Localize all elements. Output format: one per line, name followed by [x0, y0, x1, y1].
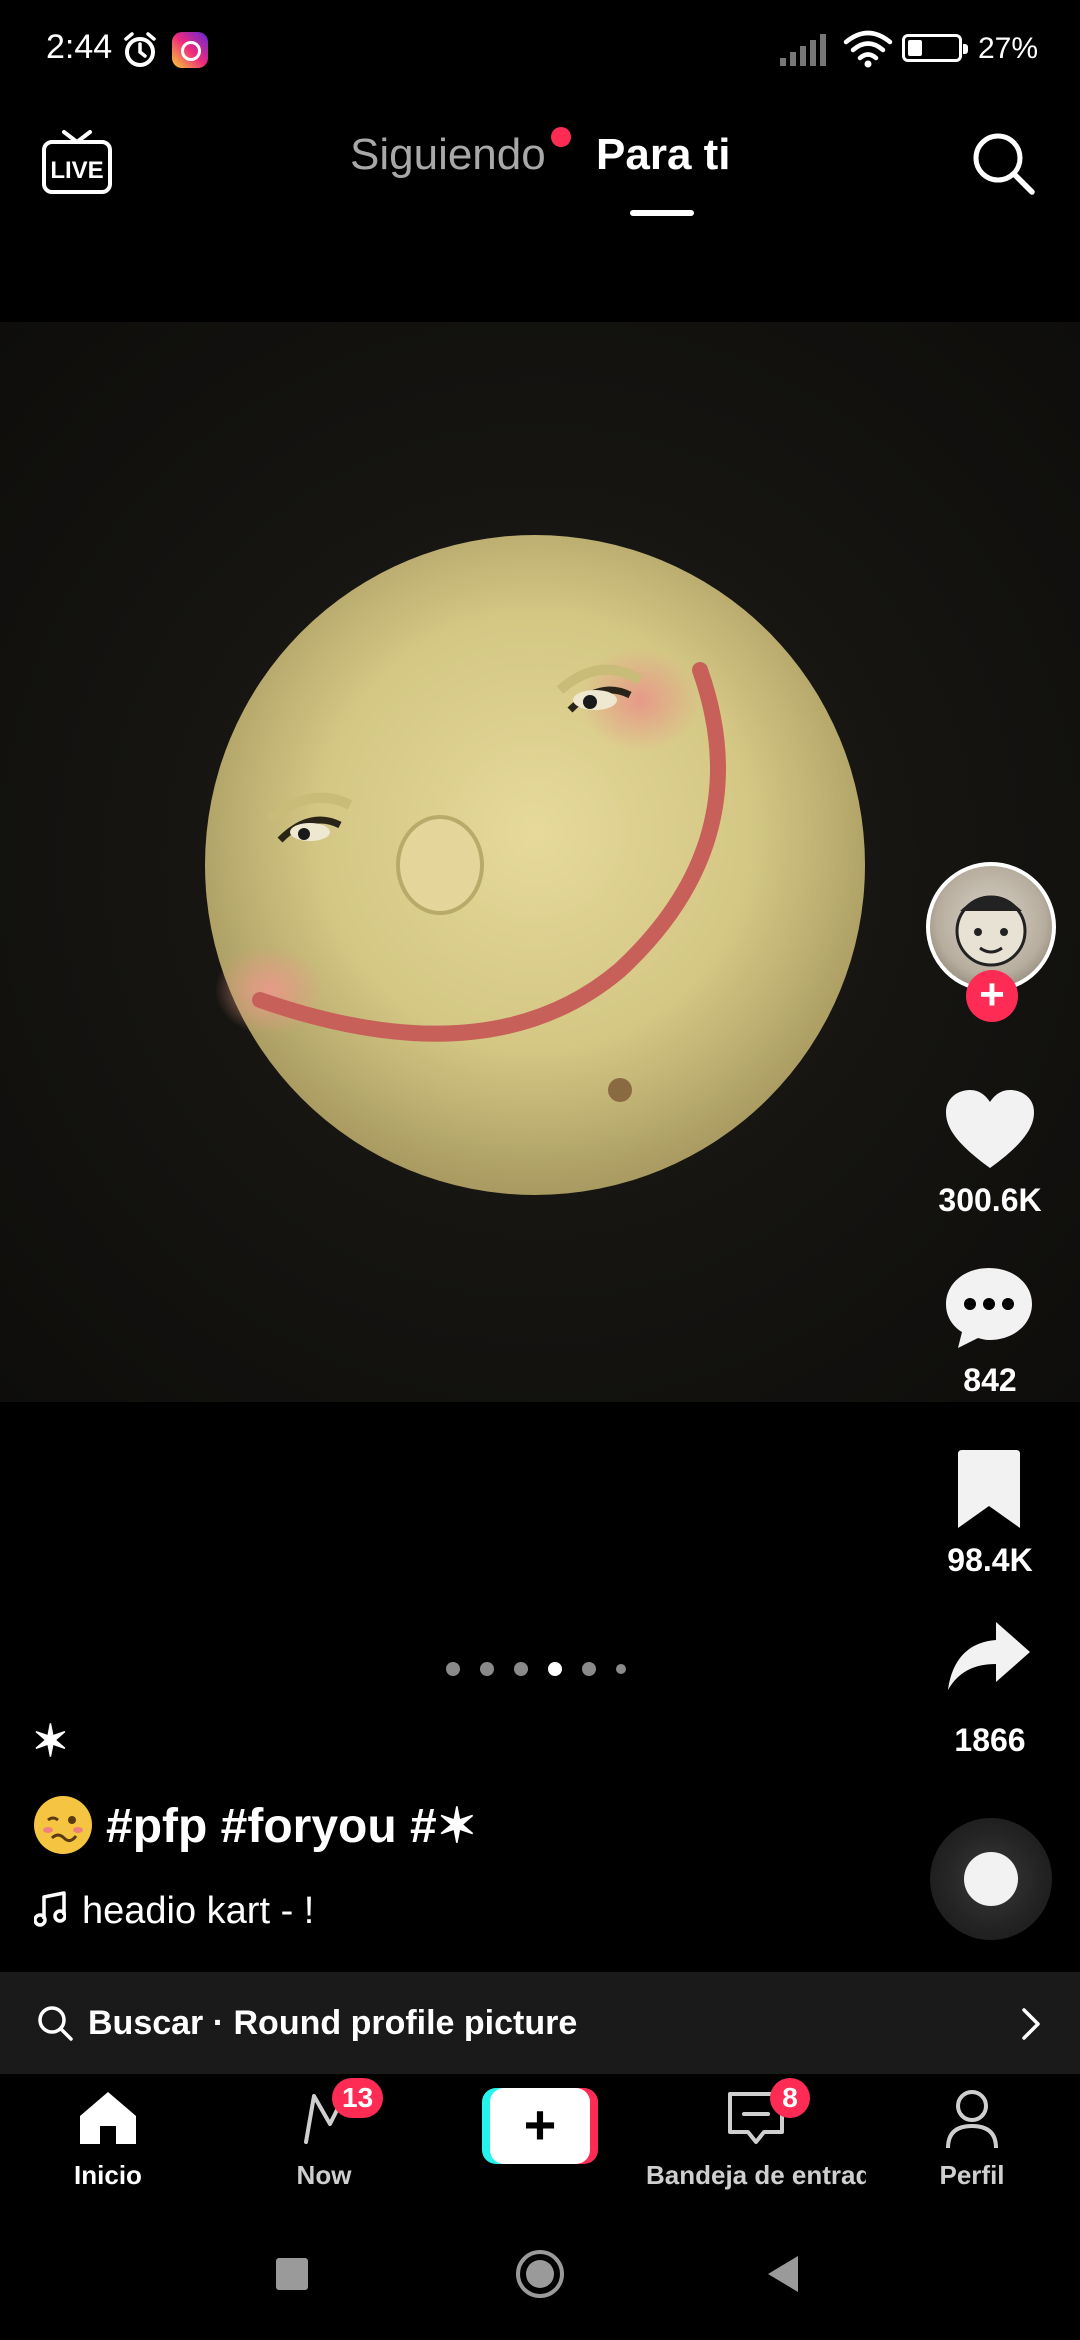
now-badge: 13	[332, 2078, 384, 2118]
nav-now-label: Now	[296, 2160, 352, 2190]
comment-button[interactable]	[942, 1264, 1036, 1350]
search-icon	[38, 2006, 73, 2041]
home-button[interactable]	[514, 2248, 566, 2300]
music-note-icon	[34, 1891, 66, 1927]
follow-plus-button[interactable]: +	[966, 970, 1018, 1022]
instagram-notification-icon	[172, 32, 208, 68]
search-button[interactable]	[968, 128, 1038, 198]
share-button[interactable]	[946, 1620, 1032, 1692]
nav-home-label: Inicio	[74, 2160, 142, 2190]
caption-title: ✶	[32, 1717, 69, 1766]
caption-hashtags[interactable]: #pfp #foryou #✶	[34, 1796, 477, 1854]
battery-icon	[902, 34, 968, 62]
tab-for-you[interactable]: Para ti	[596, 130, 731, 180]
like-button[interactable]	[944, 1088, 1036, 1172]
save-button[interactable]	[956, 1448, 1022, 1530]
bookmark-icon	[958, 1450, 1020, 1528]
carousel-dot	[480, 1662, 494, 1676]
nav-inbox-label: Bandeja de entrada	[646, 2160, 866, 2190]
music-disc-cover	[964, 1852, 1018, 1906]
music-info[interactable]: headio kart - !	[34, 1890, 314, 1933]
wifi-icon	[843, 30, 893, 68]
nav-profile-label: Perfil	[939, 2160, 1005, 2190]
home-icon	[80, 2092, 136, 2144]
back-button[interactable]	[766, 2254, 802, 2294]
felt-smiley-face-image	[205, 535, 865, 1195]
active-tab-indicator	[630, 210, 694, 216]
profile-icon	[946, 2090, 998, 2149]
search-suggestion-text: Buscar · Round profile picture	[88, 2004, 578, 2042]
nav-home[interactable]: Inicio	[20, 2074, 196, 2214]
bottom-nav: Inicio 13 Now + 8 Bandeja de entrada Per…	[0, 2074, 1080, 2214]
carousel-dot	[514, 1662, 528, 1676]
battery-percentage: 27%	[978, 32, 1039, 65]
share-count: 1866	[954, 1722, 1026, 1758]
like-count: 300.6K	[938, 1182, 1042, 1218]
create-button[interactable]: +	[482, 2088, 598, 2164]
following-notification-dot	[551, 127, 571, 147]
nav-inbox[interactable]: 8 Bandeja de entrada	[646, 2074, 866, 2214]
carousel-dot	[446, 1662, 460, 1676]
nav-profile[interactable]: Perfil	[884, 2074, 1060, 2214]
recent-apps-button[interactable]	[276, 2258, 308, 2290]
woozy-face-emoji-icon	[34, 1796, 92, 1854]
chevron-right-icon	[1022, 2008, 1040, 2040]
search-icon	[973, 133, 1035, 195]
live-tv-icon: LIVE	[42, 130, 112, 194]
inbox-badge: 8	[770, 2078, 810, 2118]
nav-now[interactable]: 13 Now	[236, 2074, 412, 2214]
heart-icon	[946, 1090, 1034, 1168]
carousel-dot	[548, 1662, 562, 1676]
caption-text: #pfp #foryou #✶	[106, 1800, 477, 1853]
share-arrow-icon	[948, 1622, 1030, 1690]
live-button[interactable]: LIVE	[40, 128, 114, 198]
carousel-dot	[616, 1664, 626, 1674]
music-title: headio kart - !	[82, 1890, 315, 1932]
tab-following[interactable]: Siguiendo	[350, 130, 546, 180]
carousel-dot	[582, 1662, 596, 1676]
plus-icon: +	[490, 2088, 590, 2164]
comment-count: 842	[963, 1362, 1017, 1398]
status-time: 2:44	[46, 28, 113, 66]
signal-icon	[780, 34, 826, 66]
save-count: 98.4K	[947, 1542, 1033, 1578]
live-label: LIVE	[50, 157, 103, 184]
comment-bubble-icon	[946, 1268, 1032, 1348]
alarm-icon	[124, 32, 156, 67]
